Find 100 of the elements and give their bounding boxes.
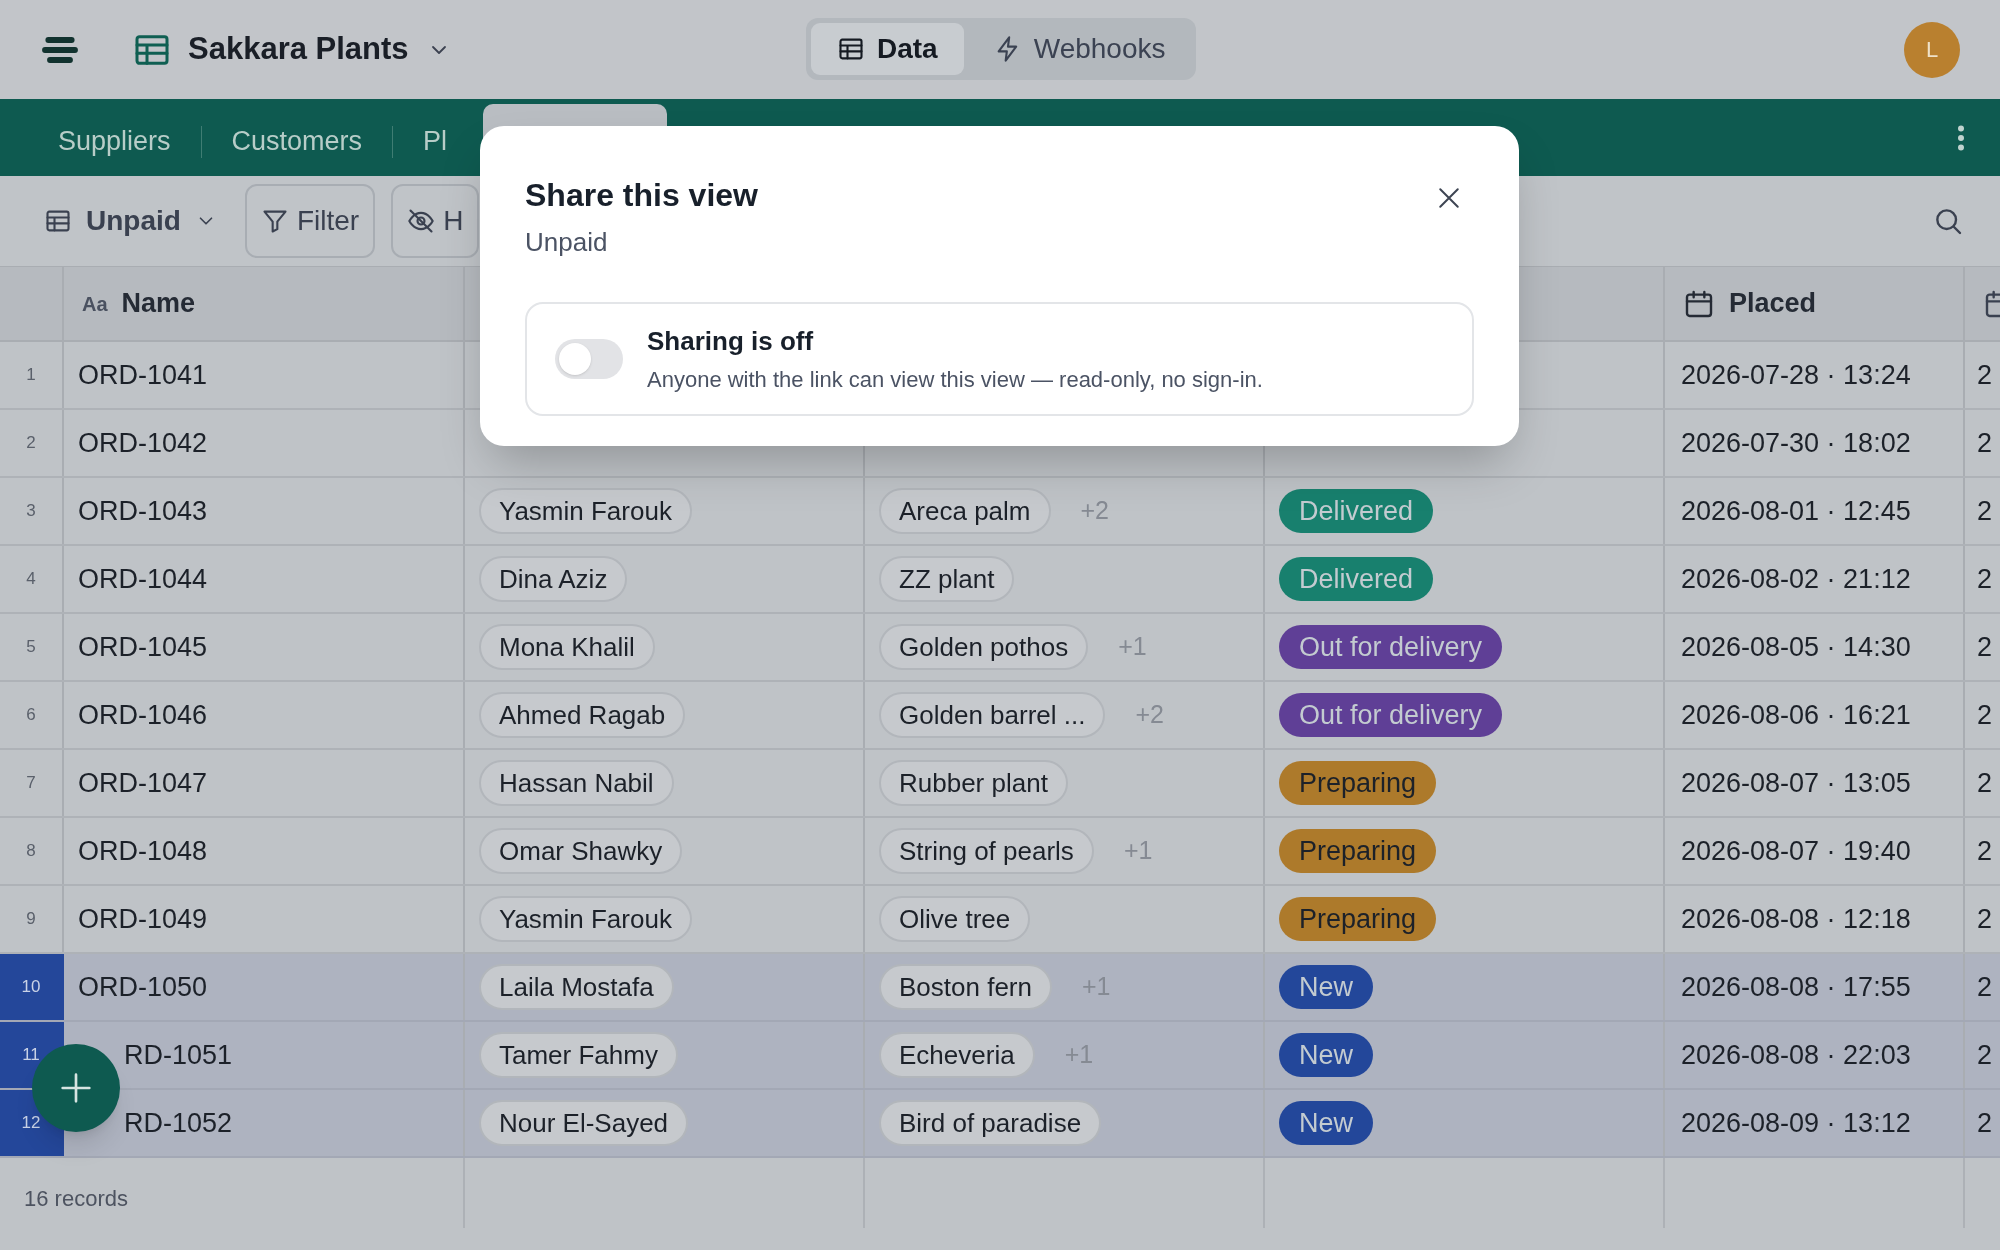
table-row[interactable]: 4 ORD-1044 Dina Aziz ZZ plant Delivered 2026-08-02 · 21:12 2 <box>0 546 2000 614</box>
row-name: ORD-1045 <box>78 630 208 664</box>
row-name: ORD-1042 <box>78 426 208 460</box>
segment-tab[interactable]: Webhooks <box>967 23 1192 75</box>
status-tag: Delivered <box>1279 489 1434 533</box>
table-row[interactable]: 12 RD-1052 Nour El-Sayed Bird of paradise New 2026-08-09 · 13:12 2 <box>0 1090 2000 1158</box>
item-tag[interactable]: Golden pothos <box>879 624 1089 670</box>
table-cell-text: 2026-08-07 · 19:40 <box>1681 834 1911 868</box>
table-cell-text: 2 <box>1977 358 1993 392</box>
row-number: 12 <box>21 1112 41 1135</box>
column-header[interactable]: Aa Name <box>82 283 196 324</box>
hide-fields-button[interactable]: H <box>391 184 480 258</box>
more-count: +1 <box>1118 631 1147 663</box>
table-tab[interactable]: Pl <box>393 106 478 176</box>
status-tag: Preparing <box>1279 829 1437 873</box>
row-number: 5 <box>26 636 36 659</box>
row-number: 10 <box>21 976 41 999</box>
row-number: 3 <box>26 500 36 523</box>
table-cell-text: 2 <box>1977 630 1993 664</box>
table-row[interactable]: 5 ORD-1045 Mona Khalil Golden pothos +1 Out for delivery 2026-08-05 · 14:30 2 <box>0 614 2000 682</box>
item-tag[interactable]: Rubber plant <box>879 760 1068 806</box>
row-name: ORD-1048 <box>78 834 208 868</box>
row-name: ORD-1047 <box>78 766 208 800</box>
table-tab[interactable]: Customers <box>201 106 393 176</box>
more-icon[interactable] <box>1958 124 1964 152</box>
dialog-subtitle: Unpaid <box>525 226 609 259</box>
item-tag[interactable]: Olive tree <box>879 896 1031 942</box>
item-tag[interactable]: String of pearls <box>879 828 1094 874</box>
table-cell-text: 2 <box>1977 834 1993 868</box>
table-cell-text: 2 <box>1977 902 1993 936</box>
sharing-description: Anyone with the link can view this view — read-only, no sign-in. <box>647 366 1263 394</box>
table-row[interactable]: 7 ORD-1047 Hassan Nabil Rubber plant Preparing 2026-08-07 · 13:05 2 <box>0 750 2000 818</box>
row-name: RD-1052 <box>124 1106 233 1140</box>
table-cell-text: 2026-08-08 · 22:03 <box>1681 1038 1911 1072</box>
row-number: 6 <box>26 704 36 727</box>
table-tab[interactable]: Suppliers <box>28 106 201 176</box>
table-cell-text: 2026-08-01 · 12:45 <box>1681 494 1911 528</box>
table-row[interactable]: 8 ORD-1048 Omar Shawky String of pearls +1 Preparing 2026-08-07 · 19:40 2 <box>0 818 2000 886</box>
row-name: ORD-1043 <box>78 494 208 528</box>
status-tag: Out for delivery <box>1279 693 1503 737</box>
row-number: 1 <box>26 364 36 387</box>
customer-tag[interactable]: Dina Aziz <box>479 556 628 602</box>
table-cell-text: 2 <box>1977 766 1993 800</box>
customer-tag[interactable]: Yasmin Farouk <box>479 896 692 942</box>
item-tag[interactable]: Bird of paradise <box>879 1100 1102 1146</box>
column-header[interactable]: Placed <box>1683 283 1817 324</box>
item-tag[interactable]: Areca palm <box>879 488 1051 534</box>
table-cell-text: 2026-08-02 · 21:12 <box>1681 562 1911 596</box>
more-count: +2 <box>1135 699 1164 731</box>
table-cell-text: 2026-08-06 · 16:21 <box>1681 698 1911 732</box>
table-cell-text: 2026-08-05 · 14:30 <box>1681 630 1911 664</box>
customer-tag[interactable]: Ahmed Ragab <box>479 692 686 738</box>
customer-tag[interactable]: Laila Mostafa <box>479 964 674 1010</box>
table-cell-text: 2 <box>1977 1038 1993 1072</box>
table-row[interactable]: 6 ORD-1046 Ahmed Ragab Golden barrel ... +2 Out for delivery 2026-08-06 · 16:21 2 <box>0 682 2000 750</box>
table-cell-text: 2026-07-30 · 18:02 <box>1681 426 1911 460</box>
row-name: RD-1051 <box>124 1038 233 1072</box>
row-number: 7 <box>26 772 36 795</box>
item-tag[interactable]: Golden barrel ... <box>879 692 1106 738</box>
row-name: ORD-1046 <box>78 698 208 732</box>
segment-tab[interactable]: Data <box>811 23 964 75</box>
status-tag: New <box>1279 965 1373 1009</box>
customer-tag[interactable]: Tamer Fahmy <box>479 1032 678 1078</box>
customer-tag[interactable]: Omar Shawky <box>479 828 683 874</box>
row-number: 2 <box>26 432 36 455</box>
eye-off-icon <box>407 207 436 235</box>
row-number: 4 <box>26 568 36 591</box>
dialog-title: Share this view <box>525 176 758 215</box>
table-cell-text: 2 <box>1977 698 1993 732</box>
more-count: +2 <box>1080 495 1109 527</box>
text-type-icon: Aa <box>82 288 108 319</box>
app-title: Sakkara Plants <box>188 30 409 69</box>
customer-tag[interactable]: Hassan Nabil <box>479 760 674 806</box>
row-number: 9 <box>26 908 36 931</box>
table-cell-text: 2026-08-08 · 17:55 <box>1681 970 1911 1004</box>
sharing-toggle[interactable] <box>555 339 623 379</box>
more-count: +1 <box>1123 835 1153 867</box>
customer-tag[interactable]: Mona Khalil <box>479 624 655 670</box>
status-tag: Out for delivery <box>1279 625 1503 669</box>
view-selector[interactable]: Unpaid <box>44 200 217 242</box>
table-cell-text: 2026-08-07 · 13:05 <box>1681 766 1911 800</box>
status-tag: New <box>1279 1033 1373 1077</box>
table-row[interactable]: 3 ORD-1043 Yasmin Farouk Areca palm +2 Delivered 2026-08-01 · 12:45 2 <box>0 478 2000 546</box>
status-tag: Preparing <box>1279 897 1437 941</box>
item-tag[interactable]: ZZ plant <box>879 556 1015 602</box>
row-number: 8 <box>26 840 36 863</box>
status-tag: Preparing <box>1279 761 1437 805</box>
status-tag: Delivered <box>1279 557 1434 601</box>
item-tag[interactable]: Boston fern <box>879 964 1052 1010</box>
row-name: ORD-1044 <box>78 562 208 596</box>
table-cell-text: 2026-08-08 · 12:18 <box>1681 902 1911 936</box>
customer-tag[interactable]: Nour El-Sayed <box>479 1100 689 1146</box>
filter-button[interactable]: Filter <box>244 184 376 258</box>
status-tag: New <box>1279 1101 1373 1145</box>
table-cell-text: 2 <box>1977 494 1993 528</box>
row-name: ORD-1049 <box>78 902 208 936</box>
table-cell-text: 2 <box>1977 970 1993 1004</box>
item-tag[interactable]: Echeveria <box>879 1032 1035 1078</box>
table-cell-text: 2026-07-28 · 13:24 <box>1681 358 1911 392</box>
customer-tag[interactable]: Yasmin Farouk <box>479 488 692 534</box>
